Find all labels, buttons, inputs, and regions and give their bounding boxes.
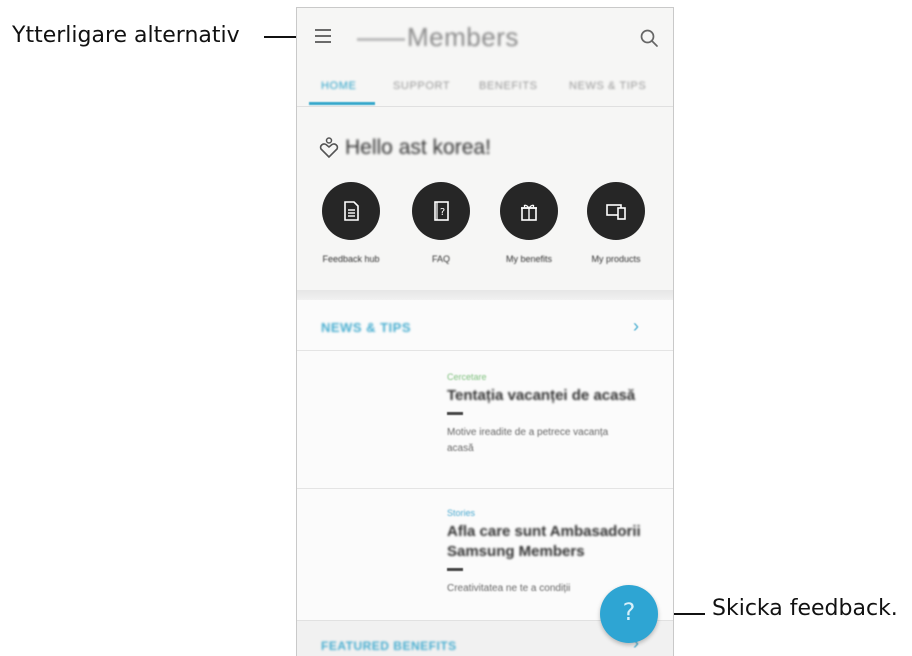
svg-text:?: ? [440, 207, 445, 218]
heart-user-icon [319, 137, 339, 159]
feedback-fab-button[interactable]: ? [600, 585, 658, 643]
shortcut-label-my-benefits: My benefits [505, 254, 553, 264]
phone-screen: Members HOME SUPPORT BENEFITS NEWS & TIP… [296, 7, 674, 656]
news-tips-heading[interactable]: NEWS & TIPS [321, 320, 411, 335]
brand-logo [357, 38, 405, 41]
menu-icon[interactable] [315, 28, 333, 44]
callout-more-options: Ytterligare alternativ [12, 23, 240, 48]
news-item-description: Motive ireadite de a petrece vacanța aca… [447, 427, 609, 454]
news-item[interactable]: Stories Afla care sunt Ambasadorii Samsu… [447, 508, 667, 597]
greeting-text: Hello ast korea! [345, 136, 491, 159]
divider [297, 350, 673, 351]
app-title: Members [407, 22, 519, 52]
active-tab-indicator [309, 102, 375, 105]
news-item-category: Stories [447, 508, 476, 518]
help-book-icon: ? [434, 201, 449, 221]
search-icon[interactable] [639, 28, 659, 48]
shortcut-label-faq: FAQ [431, 254, 450, 264]
faq-button[interactable]: ? [412, 182, 470, 240]
my-benefits-button[interactable] [500, 182, 558, 240]
news-item-dash [447, 412, 463, 415]
tab-support[interactable]: SUPPORT [393, 80, 450, 92]
news-item-title: Afla care sunt Ambasadorii Samsung Membe… [447, 523, 641, 560]
news-item[interactable]: Cercetare Tentația vacanței de acasă Mot… [447, 372, 667, 457]
news-item-category: Cercetare [447, 372, 487, 382]
tab-news-tips[interactable]: NEWS & TIPS [569, 80, 646, 92]
featured-benefits-heading[interactable]: FEATURED BENEFITS [321, 639, 457, 653]
tab-benefits[interactable]: BENEFITS [479, 80, 538, 92]
question-mark-icon: ? [622, 598, 636, 626]
divider [297, 488, 673, 489]
callout-line-left [264, 36, 298, 38]
news-item-dash [447, 568, 463, 571]
chevron-right-icon[interactable]: › [633, 316, 639, 337]
document-icon [344, 201, 359, 221]
gift-icon [521, 204, 537, 221]
app-bar: Members [297, 8, 673, 68]
callout-send-feedback: Skicka feedback. [712, 596, 898, 621]
shortcut-label-my-products: My products [591, 254, 641, 264]
section-separator [297, 290, 673, 300]
news-item-description: Creativitatea ne te a condiții [447, 583, 571, 594]
tabs-divider [297, 106, 673, 107]
my-products-button[interactable] [587, 182, 645, 240]
shortcut-label-feedback-hub: Feedback hub [322, 254, 380, 264]
tab-home[interactable]: HOME [321, 80, 356, 92]
feedback-hub-button[interactable] [322, 182, 380, 240]
devices-icon [606, 204, 626, 220]
news-item-title: Tentația vacanței de acasă [447, 387, 636, 404]
tab-bar: HOME SUPPORT BENEFITS NEWS & TIPS [297, 72, 673, 104]
